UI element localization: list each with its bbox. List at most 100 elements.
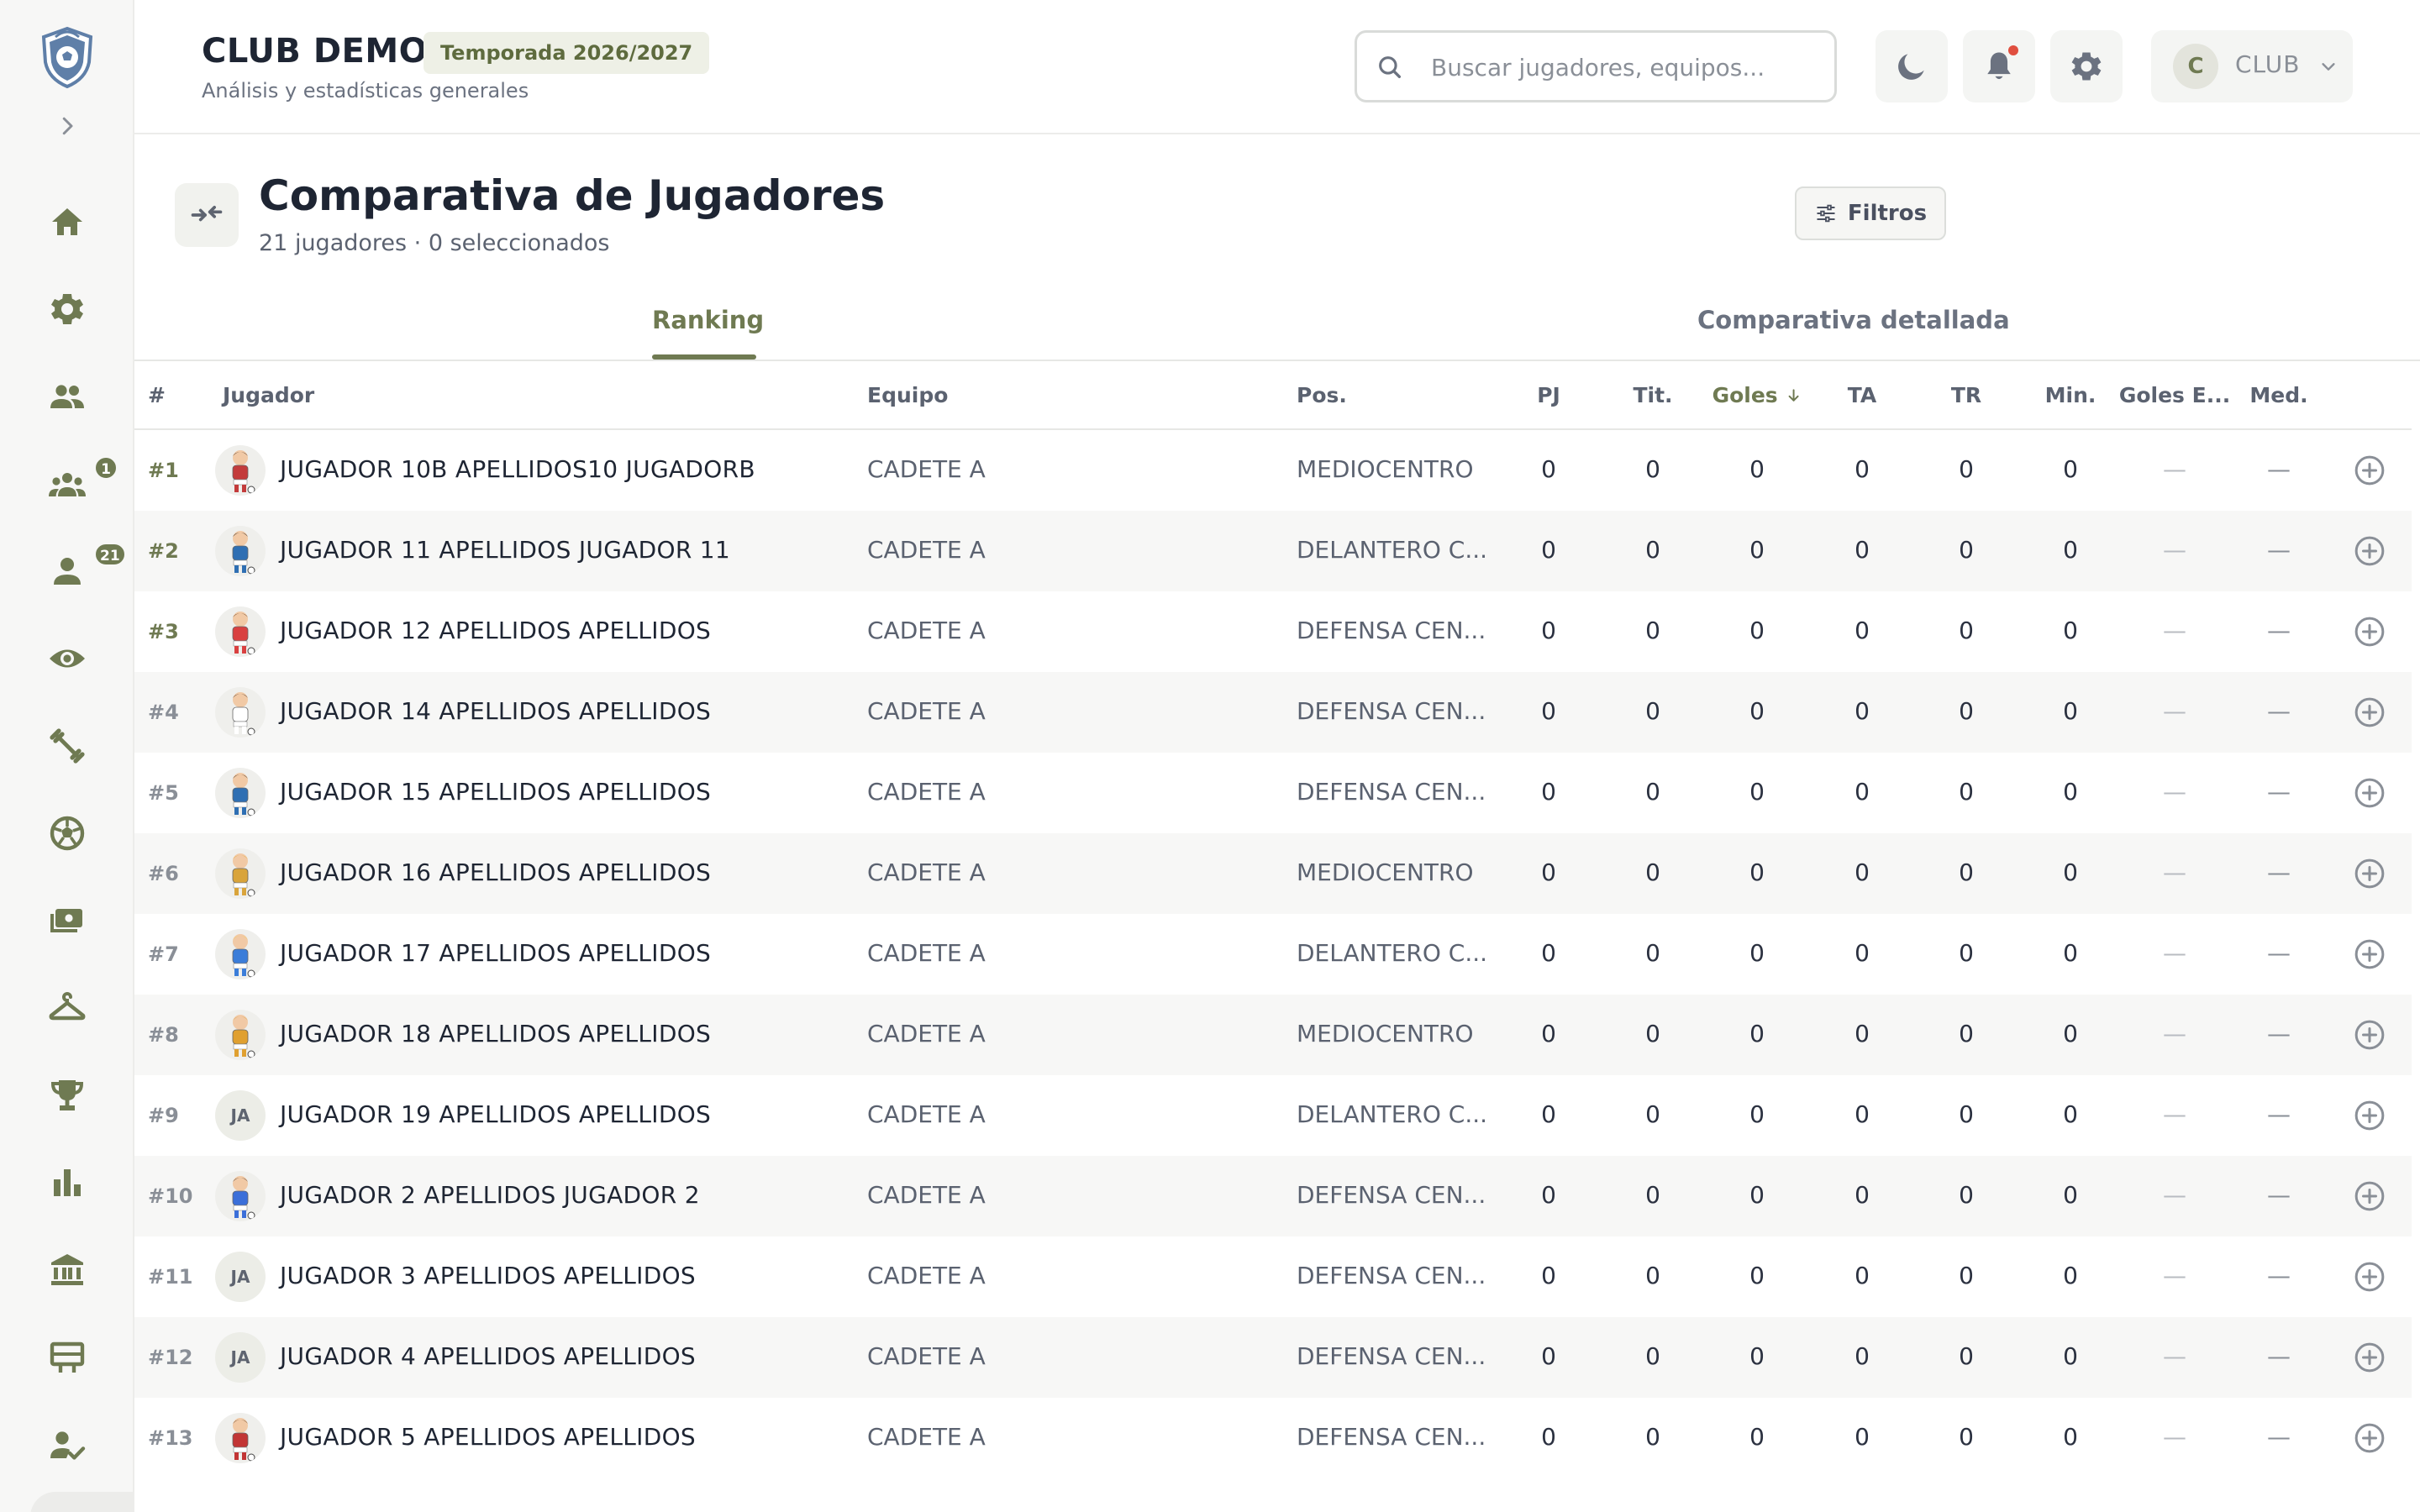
sidebar-item-trophy[interactable] bbox=[37, 1068, 97, 1122]
notifications-button[interactable] bbox=[1963, 30, 2035, 102]
dark-mode-button[interactable] bbox=[1876, 30, 1948, 102]
column-rank[interactable]: # bbox=[148, 383, 166, 407]
stat-tr-cell: 0 bbox=[1959, 939, 1974, 967]
player-name-cell[interactable]: JUGADOR 3 APELLIDOS APELLIDOS bbox=[280, 1262, 696, 1289]
player-name-cell[interactable]: JUGADOR 17 APELLIDOS APELLIDOS bbox=[280, 939, 711, 967]
stat-ta-cell: 0 bbox=[1854, 455, 1870, 483]
player-name-cell[interactable]: JUGADOR 2 APELLIDOS JUGADOR 2 bbox=[280, 1181, 700, 1209]
add-to-compare-icon[interactable] bbox=[2353, 776, 2386, 810]
sidebar-item-people[interactable] bbox=[37, 370, 97, 423]
player-name-cell[interactable]: JUGADOR 12 APELLIDOS APELLIDOS bbox=[280, 617, 711, 644]
tab-ranking[interactable]: Ranking bbox=[652, 306, 764, 334]
search-input[interactable] bbox=[1431, 45, 1818, 90]
column-med[interactable]: Med. bbox=[2249, 383, 2307, 407]
column-pj[interactable]: PJ bbox=[1537, 383, 1560, 407]
table-row[interactable]: #7 JUGADOR 17 APELLIDOS APELLIDOS CADETE A… bbox=[134, 914, 2412, 995]
column-tit[interactable]: Tit. bbox=[1633, 383, 1672, 407]
stat-tit-cell: 0 bbox=[1645, 939, 1660, 967]
player-name-cell[interactable]: JUGADOR 10B APELLIDOS10 JUGADORB bbox=[280, 455, 755, 483]
table-row[interactable]: #4 JUGADOR 14 APELLIDOS APELLIDOS CADETE A… bbox=[134, 672, 2412, 753]
add-to-compare-icon[interactable] bbox=[2353, 937, 2386, 971]
add-to-compare-icon[interactable] bbox=[2353, 1099, 2386, 1132]
add-to-compare-icon[interactable] bbox=[2353, 1421, 2386, 1455]
ranking-table: # Jugador Equipo Pos. PJ Tit. Goles TA T… bbox=[134, 363, 2412, 1478]
sidebar-item-hanger[interactable] bbox=[37, 981, 97, 1035]
add-to-compare-icon[interactable] bbox=[2353, 1341, 2386, 1374]
position-cell: DEFENSA CEN... bbox=[1297, 1423, 1486, 1451]
table-row[interactable]: #5 JUGADOR 15 APELLIDOS APELLIDOS CADETE A… bbox=[134, 753, 2412, 833]
table-row[interactable]: #13 JUGADOR 5 APELLIDOS APELLIDOS CADETE A… bbox=[134, 1398, 2412, 1478]
sidebar-item-home[interactable] bbox=[37, 195, 97, 249]
column-goles-label: Goles bbox=[1712, 383, 1778, 407]
player-name-cell[interactable]: JUGADOR 19 APELLIDOS APELLIDOS bbox=[280, 1100, 711, 1128]
settings-button[interactable] bbox=[2050, 30, 2123, 102]
player-name-cell[interactable]: JUGADOR 14 APELLIDOS APELLIDOS bbox=[280, 697, 711, 725]
table-row[interactable]: #3 JUGADOR 12 APELLIDOS APELLIDOS CADETE A… bbox=[134, 591, 2412, 672]
user-menu-button[interactable]: C CLUB bbox=[2151, 30, 2353, 102]
season-badge[interactable]: Temporada 2026/2027 bbox=[424, 32, 710, 74]
search-box[interactable] bbox=[1355, 30, 1837, 102]
table-row[interactable]: #12 JA JUGADOR 4 APELLIDOS APELLIDOS CADETE… bbox=[134, 1317, 2412, 1398]
column-player[interactable]: Jugador bbox=[223, 383, 314, 407]
table-row[interactable]: #6 JUGADOR 16 APELLIDOS APELLIDOS CADETE A… bbox=[134, 833, 2412, 914]
table-row[interactable]: #11 JA JUGADOR 3 APELLIDOS APELLIDOS CADETE… bbox=[134, 1236, 2412, 1317]
add-to-compare-icon[interactable] bbox=[2353, 1179, 2386, 1213]
column-team[interactable]: Equipo bbox=[867, 383, 948, 407]
add-to-compare-icon[interactable] bbox=[2353, 454, 2386, 487]
position-cell: MEDIOCENTRO bbox=[1297, 858, 1474, 886]
sidebar-item-gear[interactable] bbox=[37, 282, 97, 336]
table-row[interactable]: #9 JA JUGADOR 19 APELLIDOS APELLIDOS CADETE… bbox=[134, 1075, 2412, 1156]
expand-sidebar-chevron-icon[interactable] bbox=[52, 111, 82, 141]
stat-ta-cell: 0 bbox=[1854, 617, 1870, 644]
player-name-cell[interactable]: JUGADOR 16 APELLIDOS APELLIDOS bbox=[280, 858, 711, 886]
club-logo-icon[interactable] bbox=[37, 25, 97, 89]
sidebar-item-groups[interactable]: 1 bbox=[37, 456, 118, 512]
player-name-cell[interactable]: JUGADOR 5 APELLIDOS APELLIDOS bbox=[280, 1423, 696, 1451]
soccer-ball-icon bbox=[50, 816, 85, 851]
player-avatar bbox=[215, 526, 266, 576]
stat-tr-cell: 0 bbox=[1959, 1423, 1974, 1451]
add-to-compare-icon[interactable] bbox=[2353, 857, 2386, 890]
sidebar-bottom-tab[interactable] bbox=[30, 1492, 134, 1512]
sidebar-item-bar-chart[interactable] bbox=[37, 1156, 97, 1210]
filters-button[interactable]: Filtros bbox=[1795, 186, 1946, 240]
sidebar-item-soccer-ball[interactable] bbox=[37, 806, 97, 860]
table-row[interactable]: #1 JUGADOR 10B APELLIDOS10 JUGADORB CADETE… bbox=[134, 430, 2412, 511]
stat-ta-cell: 0 bbox=[1854, 778, 1870, 806]
player-name-cell[interactable]: JUGADOR 4 APELLIDOS APELLIDOS bbox=[280, 1342, 696, 1370]
column-tr[interactable]: TR bbox=[1951, 383, 1981, 407]
stat-min-cell: 0 bbox=[2063, 1020, 2078, 1047]
sidebar-item-person[interactable]: 21 bbox=[37, 543, 126, 598]
sidebar-item-person-check[interactable] bbox=[37, 1418, 97, 1472]
stat-goles-e-cell: — bbox=[2163, 939, 2186, 967]
add-to-compare-icon[interactable] bbox=[2353, 615, 2386, 648]
column-min[interactable]: Min. bbox=[2045, 383, 2096, 407]
add-to-compare-icon[interactable] bbox=[2353, 534, 2386, 568]
sidebar-item-eye[interactable] bbox=[37, 632, 97, 685]
compare-toggle-button[interactable] bbox=[175, 183, 239, 247]
player-name-cell[interactable]: JUGADOR 11 APELLIDOS JUGADOR 11 bbox=[280, 536, 730, 564]
player-name-cell[interactable]: JUGADOR 18 APELLIDOS APELLIDOS bbox=[280, 1020, 711, 1047]
team-cell: CADETE A bbox=[867, 697, 986, 725]
table-row[interactable]: #10 JUGADOR 2 APELLIDOS JUGADOR 2 CADETE A… bbox=[134, 1156, 2412, 1236]
sidebar-item-institution[interactable] bbox=[37, 1243, 97, 1297]
table-row[interactable]: #2 JUGADOR 11 APELLIDOS JUGADOR 11 CADETE … bbox=[134, 511, 2412, 591]
tab-comparativa-detallada[interactable]: Comparativa detallada bbox=[1697, 306, 2010, 334]
add-to-compare-icon[interactable] bbox=[2353, 1018, 2386, 1052]
stat-goles-e-cell: — bbox=[2163, 1020, 2186, 1047]
stat-goles-e-cell: — bbox=[2163, 536, 2186, 564]
sidebar-item-payments[interactable] bbox=[37, 894, 97, 948]
column-goles[interactable]: Goles bbox=[1712, 383, 1802, 407]
add-to-compare-icon[interactable] bbox=[2353, 696, 2386, 729]
column-position[interactable]: Pos. bbox=[1297, 383, 1347, 407]
table-row[interactable]: #8 JUGADOR 18 APELLIDOS APELLIDOS CADETE A… bbox=[134, 995, 2412, 1075]
search-icon bbox=[1379, 56, 1402, 79]
team-cell: CADETE A bbox=[867, 939, 986, 967]
sidebar-item-dumbbell[interactable] bbox=[37, 719, 97, 773]
sidebar-item-board[interactable] bbox=[37, 1331, 97, 1384]
column-goles-e[interactable]: Goles E... bbox=[2119, 383, 2230, 407]
player-name-cell[interactable]: JUGADOR 15 APELLIDOS APELLIDOS bbox=[280, 778, 711, 806]
stat-ta-cell: 0 bbox=[1854, 939, 1870, 967]
add-to-compare-icon[interactable] bbox=[2353, 1260, 2386, 1294]
column-ta[interactable]: TA bbox=[1848, 383, 1876, 407]
